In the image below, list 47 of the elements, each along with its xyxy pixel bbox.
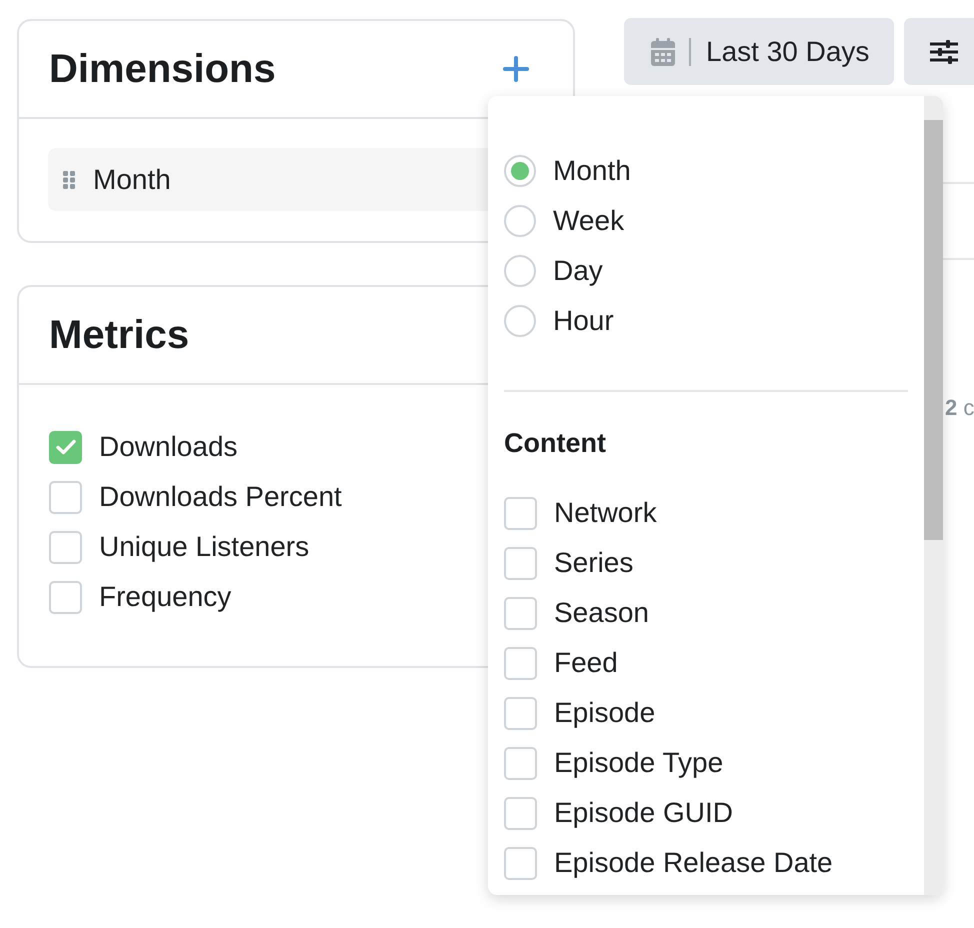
checkbox[interactable]: [504, 596, 537, 630]
checkbox-label: Network: [554, 496, 657, 530]
radio-label: Week: [553, 204, 624, 238]
checkbox[interactable]: [504, 646, 537, 680]
checkbox-label: Frequency: [99, 580, 232, 614]
grip-icon: [63, 170, 75, 188]
plus-icon: [503, 56, 529, 82]
checkbox-label: Series: [554, 546, 634, 580]
checkbox[interactable]: [504, 696, 537, 730]
checkbox-label: Feed: [554, 646, 618, 680]
checkbox-label: Season: [554, 596, 649, 630]
scrollbar[interactable]: [924, 96, 943, 895]
radio-label: Day: [553, 254, 603, 288]
radio-button[interactable]: [504, 205, 536, 237]
checkbox[interactable]: [504, 496, 537, 530]
date-range-button[interactable]: Last 30 Days: [624, 18, 894, 85]
radio-button[interactable]: [504, 305, 536, 337]
calendar-icon: [651, 38, 675, 66]
section-heading: Content: [504, 427, 607, 460]
checkbox[interactable]: [49, 530, 82, 564]
checkbox-label: Episode Release Date: [554, 846, 833, 880]
card-title: Metrics: [49, 312, 190, 358]
checkbox-label: Unique Listeners: [99, 530, 310, 564]
checkbox[interactable]: [49, 480, 82, 514]
radio-label: Month: [553, 154, 631, 188]
sliders-icon: [930, 40, 958, 64]
checkmark-icon: [56, 439, 76, 455]
checkbox-label: Episode: [554, 696, 656, 730]
filter-button[interactable]: [904, 18, 974, 85]
checkbox-label: Episode Type: [554, 746, 724, 780]
checkbox[interactable]: [49, 430, 82, 464]
checkbox[interactable]: [504, 846, 537, 880]
checkbox[interactable]: [504, 746, 537, 780]
checkbox[interactable]: [504, 546, 537, 580]
checkbox[interactable]: [504, 796, 537, 830]
dimension-label: Month: [93, 162, 171, 196]
checkbox[interactable]: [49, 580, 82, 614]
dimension-item[interactable]: Month: [48, 148, 488, 211]
radio-button[interactable]: [504, 255, 536, 287]
checkbox-label: Downloads Percent: [99, 480, 342, 514]
summary-text: 2 c: [945, 394, 974, 422]
checkbox-label: Episode GUID: [554, 796, 733, 830]
checkbox-label: Downloads: [99, 430, 238, 464]
radio-label: Hour: [553, 304, 614, 338]
radio-button[interactable]: [504, 155, 536, 187]
add-button[interactable]: [503, 56, 529, 82]
card-title: Dimensions: [49, 46, 276, 92]
